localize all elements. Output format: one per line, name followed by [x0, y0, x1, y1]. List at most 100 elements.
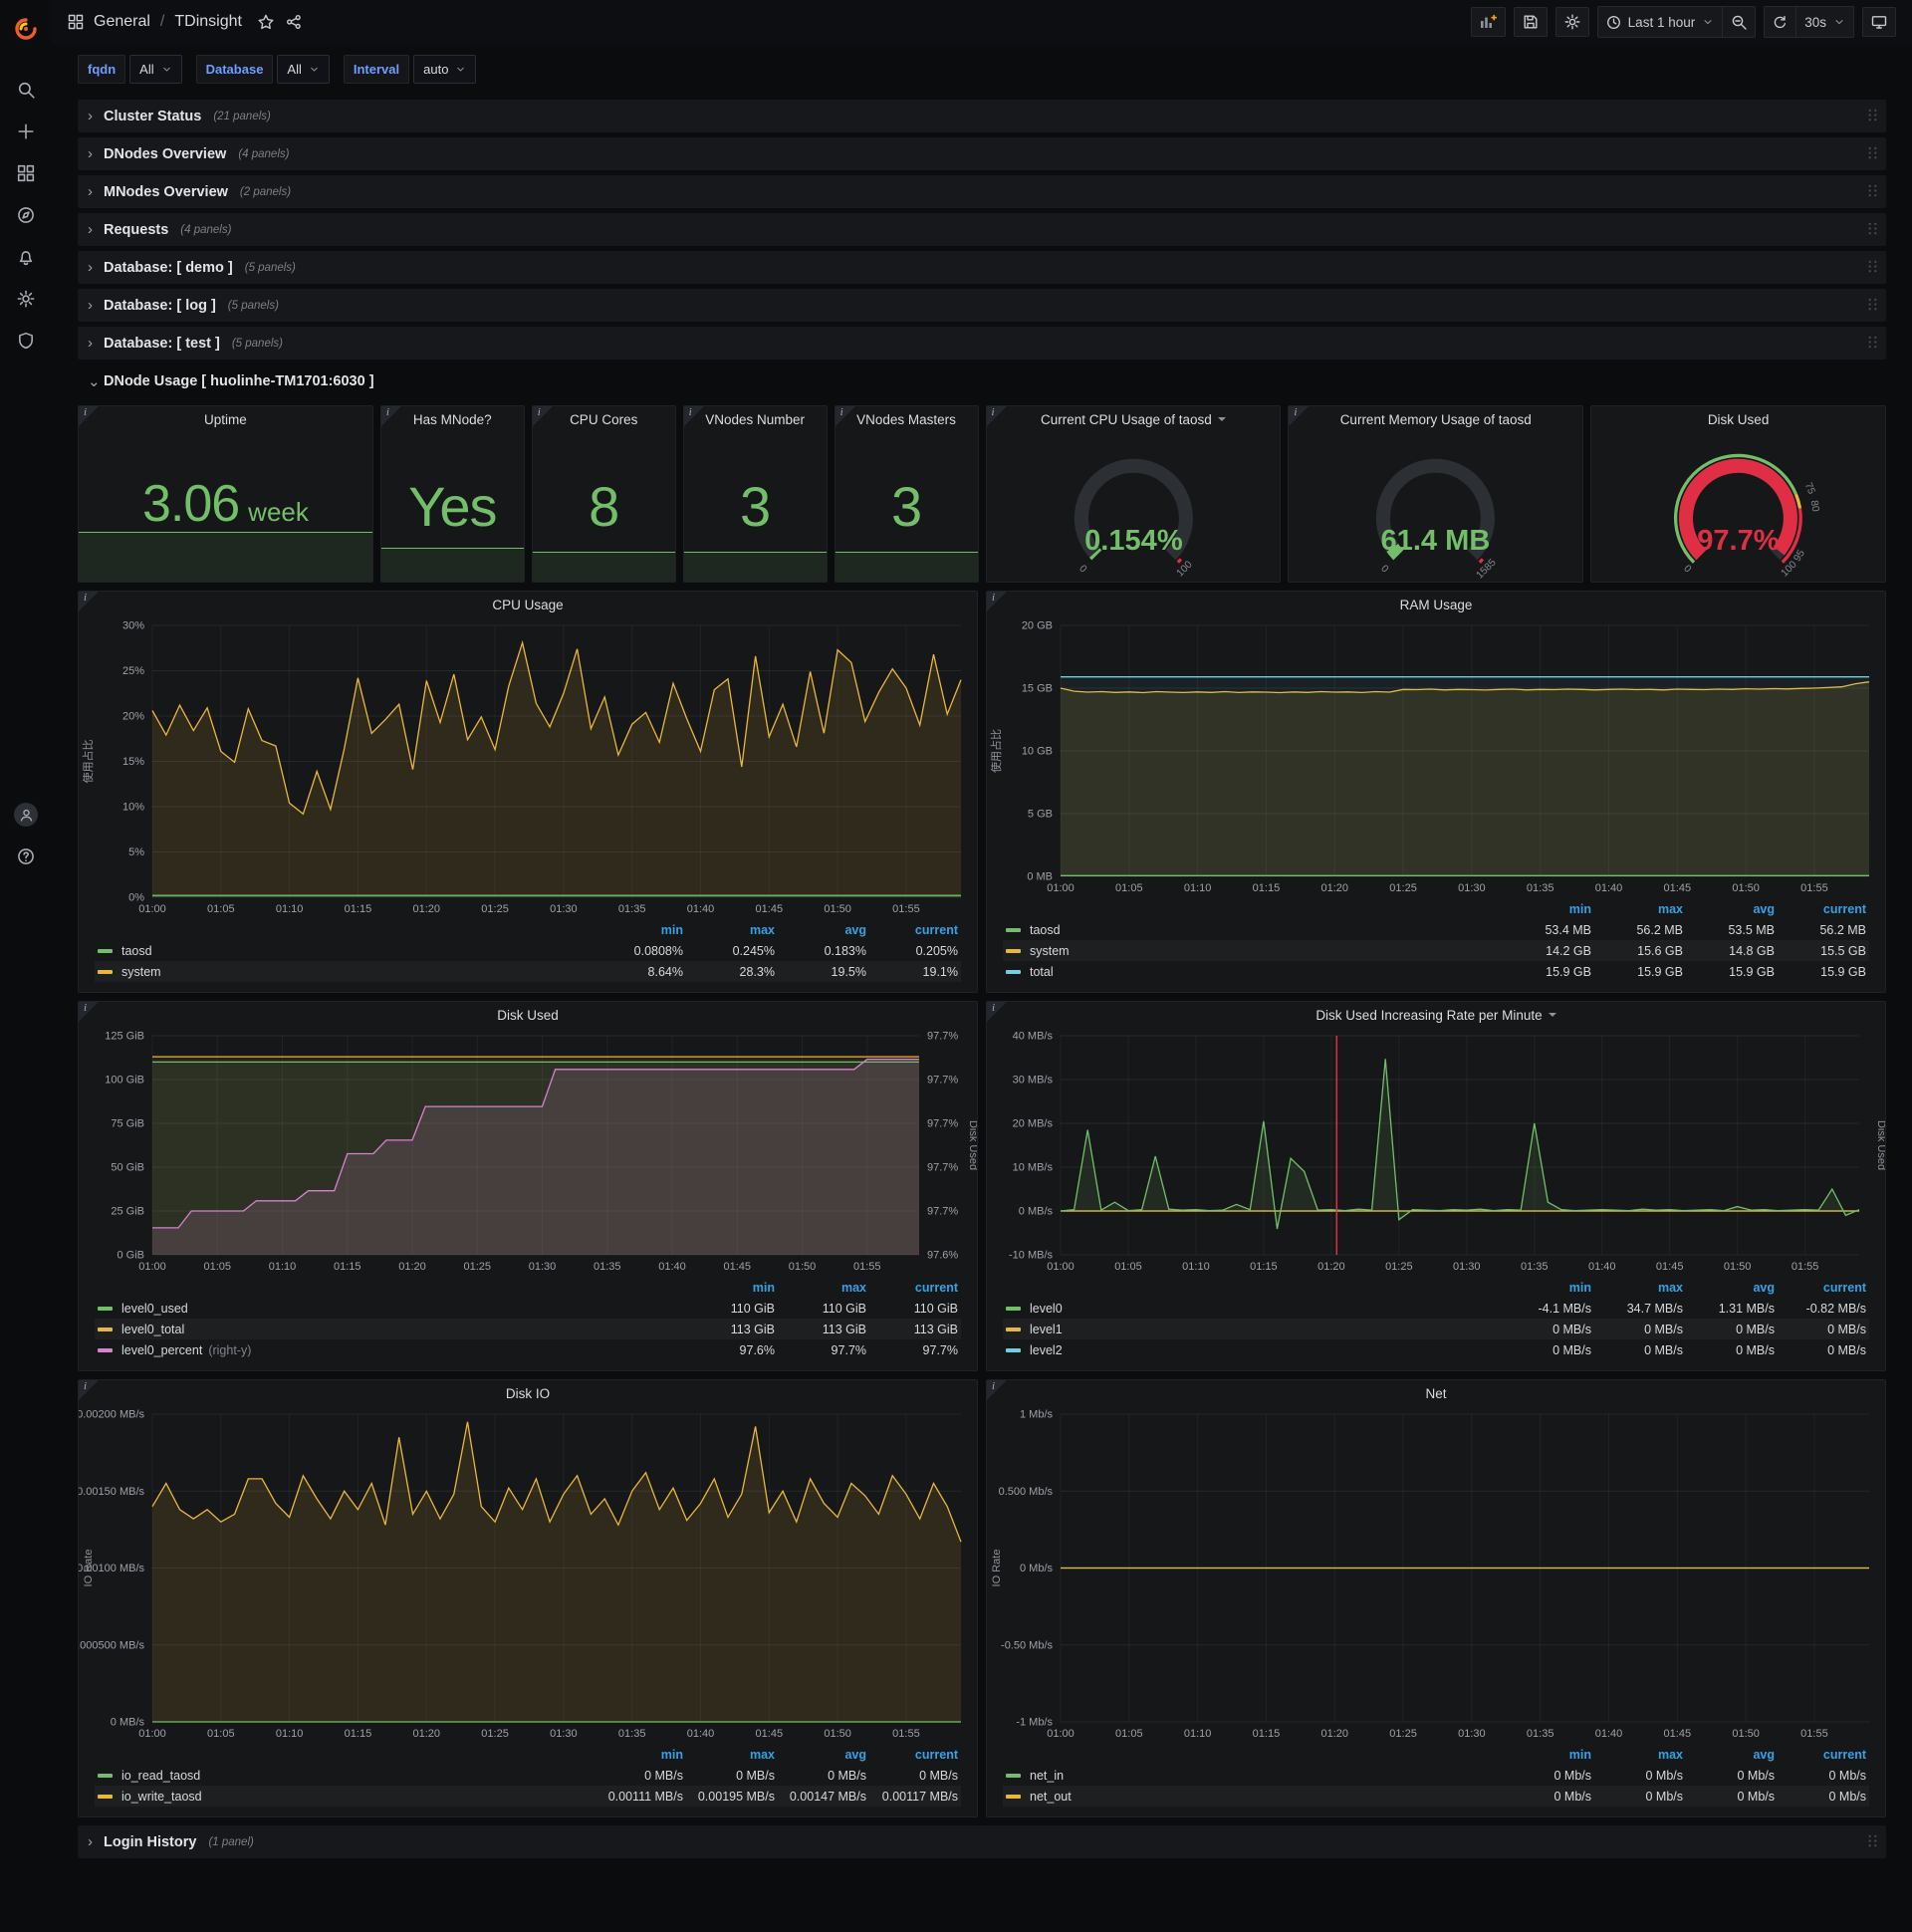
row-login-history[interactable]: › Login History (1 panel)	[78, 1825, 1886, 1858]
legend-column-current[interactable]: current	[1775, 1281, 1866, 1295]
legend-column-avg[interactable]: avg	[1683, 1281, 1775, 1295]
chart-canvas[interactable]: 0 MB/s0.000500 MB/s0.00100 MB/s0.00150 M…	[79, 1406, 977, 1742]
series-color-swatch[interactable]	[1006, 927, 1021, 932]
row-drag-handle-icon[interactable]	[1865, 297, 1880, 317]
series-name[interactable]: net_out	[1030, 1790, 1072, 1804]
panel-title[interactable]: Disk Used	[79, 1002, 977, 1028]
series-name[interactable]: taosd	[1030, 923, 1061, 937]
series-color-swatch[interactable]	[1006, 1347, 1021, 1352]
panel-info-corner[interactable]	[79, 1380, 99, 1400]
chart-plot-area[interactable]: 0 MB 5 GB 10 GB 15 GB 20 GB 01:00 01:05 01:10 01…	[987, 617, 1885, 896]
chart-canvas[interactable]: 0 GiB 25 GiB 50 GiB 75 GiB 100 GiB 125 GiB 01:…	[79, 1028, 977, 1275]
chart-plot-area[interactable]: 0% 5% 10% 15% 20% 25% 30% 01:00 01:05 01:10 01:15 0…	[79, 617, 977, 917]
drag-handle-icon[interactable]	[1865, 183, 1880, 198]
panel-info-corner[interactable]	[79, 406, 99, 426]
dashboards-icon[interactable]	[68, 14, 84, 30]
refresh-interval-picker[interactable]: 30s	[1796, 7, 1853, 37]
legend-column-avg[interactable]: avg	[775, 923, 866, 937]
legend-column-min[interactable]: min	[683, 1281, 775, 1295]
panel-info-corner[interactable]	[986, 406, 1007, 426]
breadcrumb-title[interactable]: TDinsight	[174, 13, 242, 31]
legend-column-current[interactable]: current	[866, 1748, 958, 1762]
chart-plot-area[interactable]: -1 Mb/s -0.50 Mb/s 0 Mb/s 0.500 Mb/s 1 Mb/s 0…	[987, 1406, 1885, 1742]
drag-handle-icon[interactable]	[1865, 297, 1880, 312]
panel-title[interactable]: Disk Used	[1591, 406, 1885, 432]
nav-item-alerting[interactable]	[8, 239, 44, 275]
series-color-swatch[interactable]	[98, 1327, 113, 1331]
row-drag-handle-icon[interactable]	[1865, 108, 1880, 127]
panel-title[interactable]: Net	[987, 1380, 1885, 1406]
variable-value-database[interactable]: All	[277, 54, 330, 84]
series-name[interactable]: level0_total	[121, 1323, 184, 1336]
series-name[interactable]: system	[121, 965, 161, 979]
legend-column-current[interactable]: current	[1775, 902, 1866, 916]
series-color-swatch[interactable]	[98, 969, 113, 974]
dashboard-row-collapsed[interactable]: › DNodes Overview (4 panels)	[78, 137, 1886, 170]
panel-title[interactable]: Disk IO	[79, 1380, 977, 1406]
variable-value-fqdn[interactable]: All	[129, 54, 182, 84]
nav-item-add[interactable]	[8, 114, 44, 149]
legend-column-current[interactable]: current	[1775, 1748, 1866, 1762]
series-color-swatch[interactable]	[1006, 948, 1021, 953]
panel-info-corner[interactable]	[835, 406, 855, 426]
row-drag-handle-icon[interactable]	[1865, 1833, 1880, 1853]
panel-title[interactable]: CPU Cores	[533, 406, 675, 432]
series-color-swatch[interactable]	[1006, 1306, 1021, 1311]
series-color-swatch[interactable]	[98, 1794, 113, 1799]
share-icon[interactable]	[286, 14, 302, 30]
chart-canvas[interactable]: 0% 5% 10% 15% 20% 25% 30% 01:00 01:05 01:10 01:15 0…	[79, 617, 977, 917]
row-drag-handle-icon[interactable]	[1865, 221, 1880, 241]
series-color-swatch[interactable]	[98, 1306, 113, 1311]
series-color-swatch[interactable]	[1006, 1794, 1021, 1799]
panel-title[interactable]: Current CPU Usage of taosd	[987, 406, 1281, 432]
series-name[interactable]: system	[1030, 944, 1070, 958]
drag-handle-icon[interactable]	[1865, 108, 1880, 122]
panel-info-corner[interactable]	[987, 592, 1007, 611]
legend-column-max[interactable]: max	[775, 1281, 866, 1295]
series-name[interactable]: level0	[1030, 1302, 1063, 1316]
series-name[interactable]: level1	[1030, 1323, 1063, 1336]
legend-column-min[interactable]: min	[1500, 1281, 1591, 1295]
panel-title[interactable]: VNodes Number	[684, 406, 827, 432]
chart-plot-area[interactable]: 0 MB/s0.000500 MB/s0.00100 MB/s0.00150 M…	[79, 1406, 977, 1742]
variable-label-database[interactable]: Database	[195, 54, 274, 84]
series-color-swatch[interactable]	[1006, 1327, 1021, 1331]
legend-column-min[interactable]: min	[592, 923, 683, 937]
save-dashboard-button[interactable]	[1513, 7, 1548, 37]
drag-handle-icon[interactable]	[1865, 145, 1880, 160]
panel-info-corner[interactable]	[987, 1380, 1007, 1400]
series-name[interactable]: level0_percent	[121, 1343, 202, 1357]
legend-column-max[interactable]: max	[683, 923, 775, 937]
legend-column-avg[interactable]: avg	[1683, 1748, 1775, 1762]
dashboard-row-collapsed[interactable]: › MNodes Overview (2 panels)	[78, 175, 1886, 208]
dashboard-row-collapsed[interactable]: › Requests (4 panels)	[78, 213, 1886, 246]
panel-title[interactable]: Current Memory Usage of taosd	[1289, 406, 1582, 432]
legend-column-avg[interactable]: avg	[1683, 902, 1775, 916]
refresh-button[interactable]	[1765, 7, 1795, 37]
legend-column-min[interactable]: min	[592, 1748, 683, 1762]
chart-plot-area[interactable]: 0 GiB 25 GiB 50 GiB 75 GiB 100 GiB 125 GiB 01:…	[79, 1028, 977, 1275]
series-name[interactable]: total	[1030, 965, 1054, 979]
nav-item-help[interactable]	[8, 839, 44, 874]
legend-column-avg[interactable]: avg	[775, 1748, 866, 1762]
drag-handle-icon[interactable]	[1865, 335, 1880, 350]
legend-column-min[interactable]: min	[1500, 1748, 1591, 1762]
panel-info-corner[interactable]	[987, 1002, 1007, 1022]
variable-label-interval[interactable]: Interval	[343, 54, 410, 84]
nav-item-explore[interactable]	[8, 197, 44, 233]
series-name[interactable]: taosd	[121, 944, 152, 958]
nav-item-search[interactable]	[8, 72, 44, 108]
row-drag-handle-icon[interactable]	[1865, 145, 1880, 165]
series-color-swatch[interactable]	[1006, 969, 1021, 974]
panel-info-corner[interactable]	[532, 406, 553, 426]
series-color-swatch[interactable]	[1006, 1773, 1021, 1778]
series-color-swatch[interactable]	[98, 948, 113, 953]
series-color-swatch[interactable]	[98, 1347, 113, 1352]
row-drag-handle-icon[interactable]	[1865, 335, 1880, 355]
dashboard-row-collapsed[interactable]: › Database: [ log ] (5 panels)	[78, 289, 1886, 322]
panel-info-corner[interactable]	[380, 406, 401, 426]
drag-handle-icon[interactable]	[1865, 259, 1880, 274]
panel-info-corner[interactable]	[79, 592, 99, 611]
chart-plot-area[interactable]: -10 MB/s 0 MB/s 10 MB/s 20 MB/s 30 MB/s 40 MB…	[987, 1028, 1885, 1275]
dashboard-row-collapsed[interactable]: › Database: [ demo ] (5 panels)	[78, 251, 1886, 284]
